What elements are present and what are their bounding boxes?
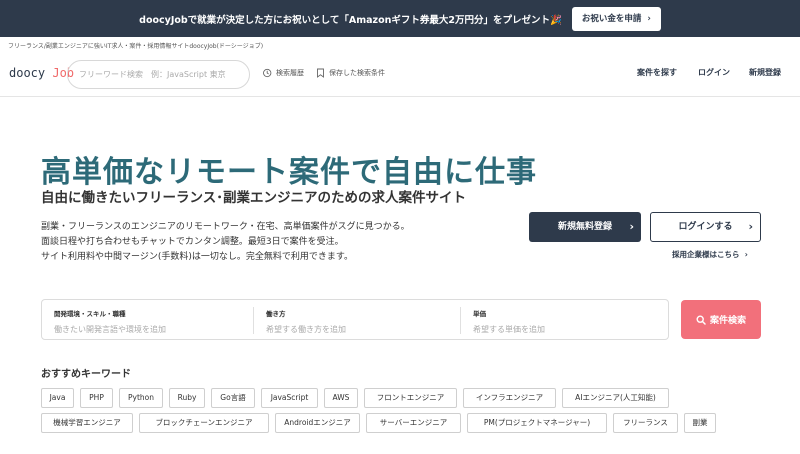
description-line: サイト利用料や中間マージン(手数料)は一切なし。完全無料で利用できます。 (41, 252, 353, 262)
corporate-link[interactable]: 採用企業様はこちら › (672, 249, 748, 260)
nav-login[interactable]: ログイン (698, 67, 730, 78)
hero-subtitle: 自由に働きたいフリーランス･副業エンジニアのための求人案件サイト (41, 190, 466, 206)
chevron-right-icon: › (742, 250, 748, 259)
job-search-label: 案件検索 (709, 316, 746, 326)
saved-search-label: 保存した検索条件 (329, 69, 385, 77)
login-button[interactable]: ログインする › (650, 212, 761, 242)
workstyle-field[interactable]: 働き方 希望する働き方を追加 (254, 300, 460, 341)
skill-field-placeholder: 働きたい開発言語や環境を追加 (54, 325, 166, 334)
keyword-chip[interactable]: AIエンジニア(人工知能) (562, 388, 669, 408)
keyword-chip[interactable]: PHP (80, 388, 113, 408)
keyword-chip[interactable]: フリーランス (613, 413, 678, 433)
rate-field-label: 単価 (473, 310, 486, 318)
breadcrumb: フリーランス/副業エンジニアに強いIT求人・案件・採用情報サイトdoocyJob… (8, 43, 264, 50)
keyword-chip[interactable]: 機械学習エンジニア (41, 413, 133, 433)
description-line: 副業・フリーランスのエンジニアのリモートワーク・在宅、高単価案件がスグに見つかる… (41, 222, 410, 232)
keyword-chip[interactable]: ブロックチェーンエンジニア (139, 413, 269, 433)
login-label: ログインする (678, 222, 733, 232)
search-history-link[interactable]: 検索履歴 (262, 68, 304, 78)
keyword-chip[interactable]: AWS (324, 388, 358, 408)
rate-field[interactable]: 単価 希望する単価を追加 (461, 300, 668, 341)
keyword-chip[interactable]: Python (119, 388, 163, 408)
hero-description: 副業・フリーランスのエンジニアのリモートワーク・在宅、高単価案件がスグに見つかる… (41, 220, 410, 265)
keywords-title: おすすめキーワード (41, 369, 131, 380)
bookmark-icon (317, 68, 324, 78)
apply-bonus-label: お祝い金を申請 (581, 13, 642, 24)
search-history-label: 検索履歴 (276, 69, 304, 77)
keyword-chip[interactable]: フロントエンジニア (364, 388, 457, 408)
keyword-chip[interactable]: Java (41, 388, 74, 408)
apply-bonus-button[interactable]: お祝い金を申請 › (571, 6, 661, 31)
keyword-chip[interactable]: Ruby (169, 388, 205, 408)
keyword-chip[interactable]: 副業 (684, 413, 716, 433)
rate-field-placeholder: 希望する単価を追加 (473, 325, 545, 334)
search-icon (696, 314, 706, 325)
site-header: doocy Job フリーワード検索 例：JavaScript 東京 検索履歴 … (0, 53, 800, 97)
free-register-label: 新規無料登録 (557, 222, 612, 232)
keyword-chip[interactable]: PM(プロジェクトマネージャー) (467, 413, 607, 433)
chevron-right-icon: › (629, 220, 634, 233)
workstyle-field-label: 働き方 (266, 310, 286, 318)
site-logo[interactable]: doocy Job (9, 66, 74, 80)
promo-text: doocyJobで就業が決定した方にお祝いとして「Amazonギフト券最大2万円… (139, 14, 562, 26)
saved-search-link[interactable]: 保存した検索条件 (316, 68, 385, 78)
keyword-chip[interactable]: JavaScript (261, 388, 318, 408)
chevron-right-icon: › (647, 13, 651, 24)
logo-main: doocy (9, 66, 46, 80)
description-line: 面談日程や打ち合わせもチャットでカンタン調整。最短3日で案件を受注。 (41, 237, 344, 247)
skill-field-label: 開発環境・スキル・職種 (54, 310, 126, 318)
hero-title: 高単価なリモート案件で自由に仕事 (41, 155, 537, 190)
skill-field[interactable]: 開発環境・スキル・職種 働きたい開発言語や環境を追加 (42, 300, 253, 341)
keyword-chip[interactable]: Androidエンジニア (275, 413, 360, 433)
promo-banner: doocyJobで就業が決定した方にお祝いとして「Amazonギフト券最大2万円… (0, 0, 800, 37)
nav-find-jobs[interactable]: 案件を探す (637, 67, 677, 78)
keyword-chip[interactable]: Go言語 (211, 388, 255, 408)
job-search-button[interactable]: 案件検索 (681, 300, 761, 339)
free-register-button[interactable]: 新規無料登録 › (529, 212, 641, 242)
chevron-right-icon: › (748, 220, 753, 233)
job-search-panel: 開発環境・スキル・職種 働きたい開発言語や環境を追加 働き方 希望する働き方を追… (41, 299, 669, 340)
keyword-chip[interactable]: インフラエンジニア (463, 388, 556, 408)
corporate-link-label: 採用企業様はこちら (672, 250, 740, 259)
keyword-search-input[interactable]: フリーワード検索 例：JavaScript 東京 (67, 60, 250, 89)
keyword-chip[interactable]: サーバーエンジニア (366, 413, 461, 433)
history-icon (263, 68, 272, 78)
nav-register[interactable]: 新規登録 (749, 67, 781, 78)
workstyle-field-placeholder: 希望する働き方を追加 (266, 325, 346, 334)
